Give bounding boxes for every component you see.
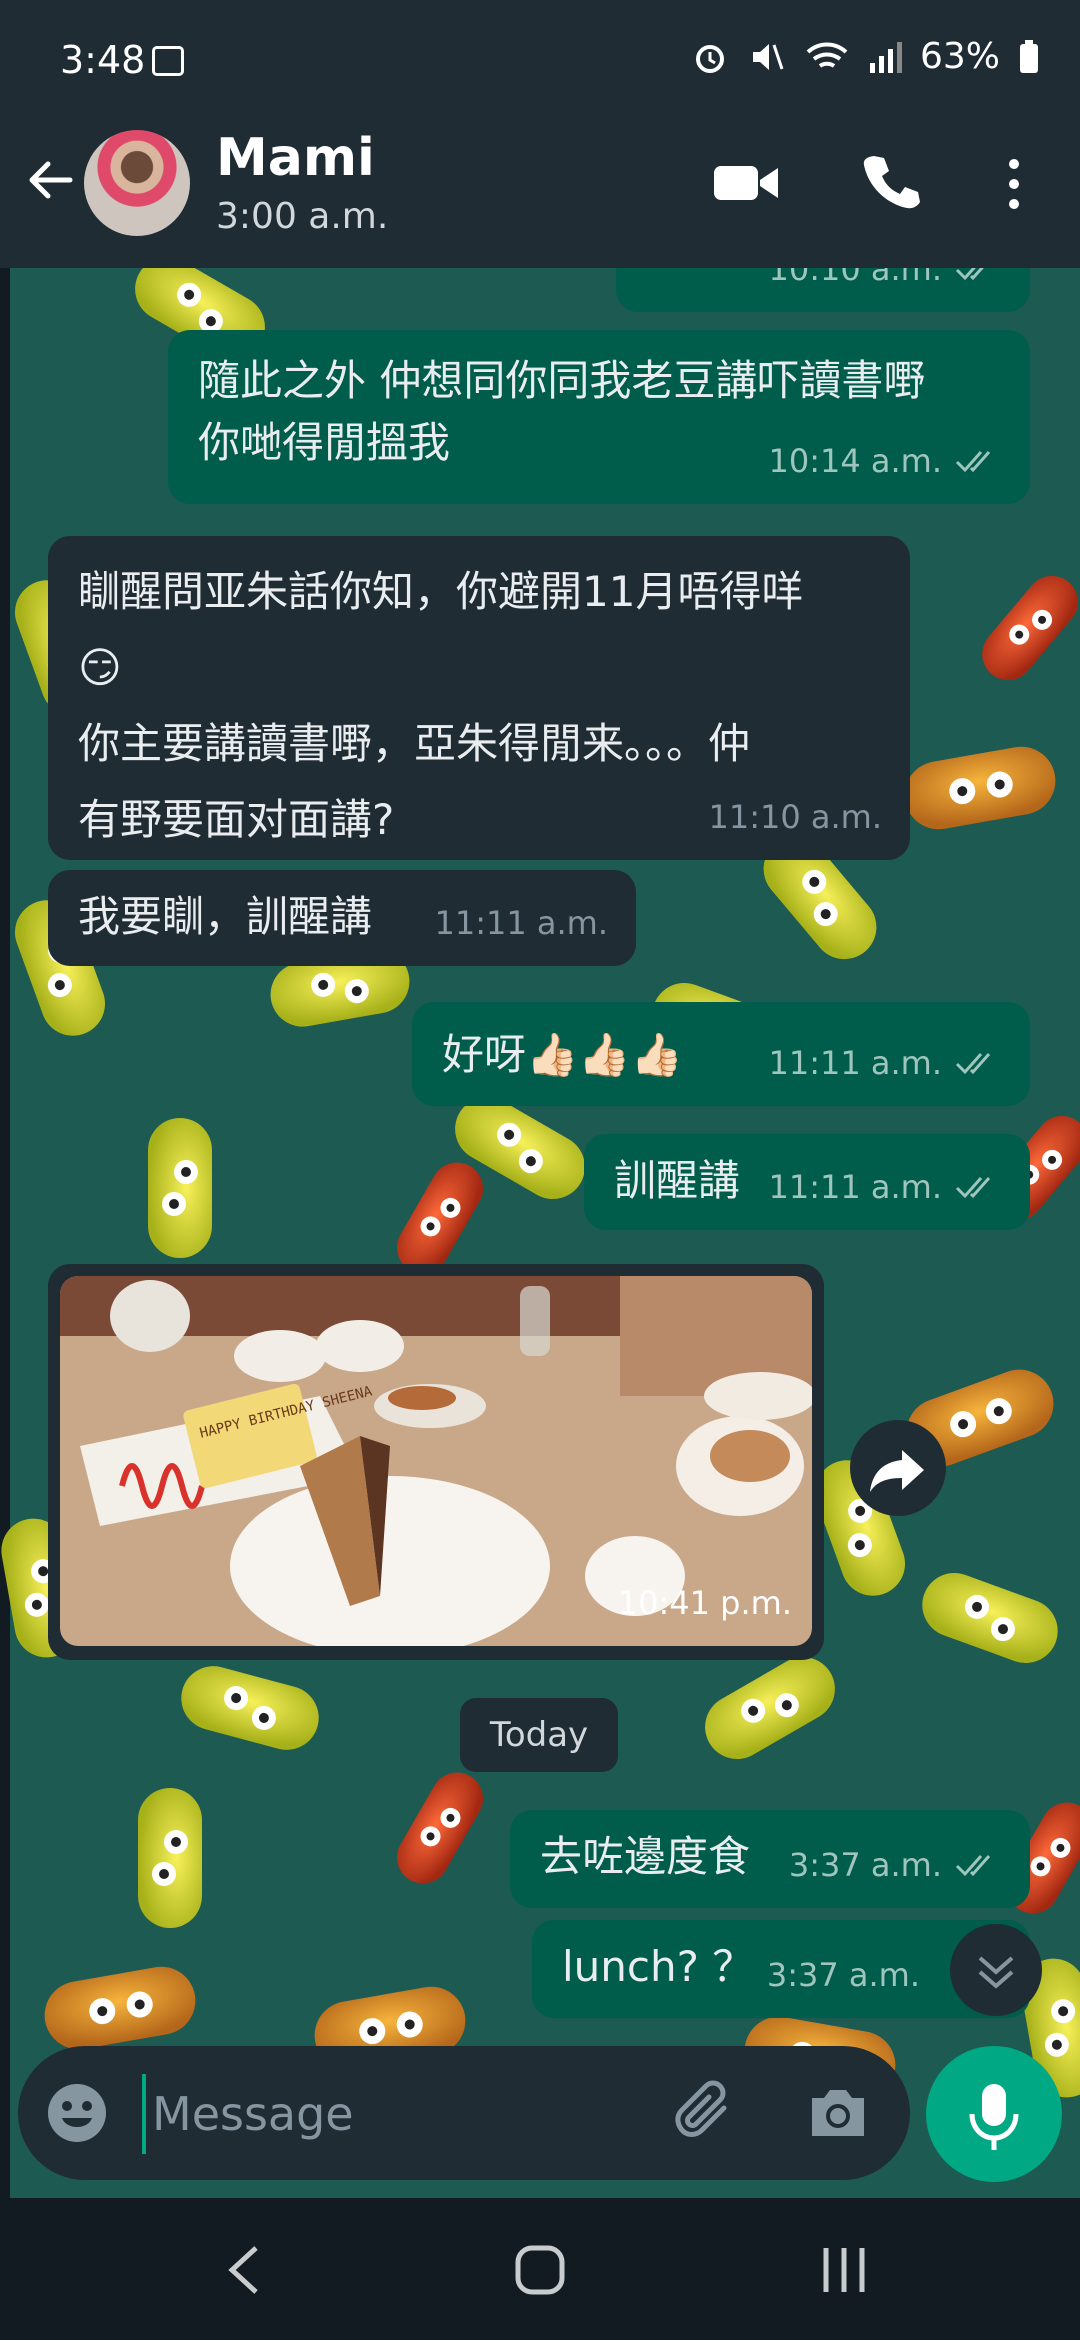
status-time: 3:48: [60, 38, 146, 82]
read-ticks-icon: [955, 1855, 991, 1877]
message-meta: 3:37 a.m.: [767, 1944, 920, 2006]
chat-area[interactable]: 10:10 a.m. 隨此之外 仲想同你同我老豆講吓讀書嘢 你哋得閒搵我 10:…: [0, 268, 1080, 2198]
status-icons: 63%: [690, 36, 1040, 77]
message-time: 10:41 p.m.: [617, 1584, 792, 1622]
nav-recent-apps-icon[interactable]: [818, 2242, 870, 2298]
voice-message-button[interactable]: [926, 2046, 1062, 2182]
date-divider: Today: [460, 1698, 618, 1772]
contact-avatar[interactable]: [84, 130, 190, 236]
emoji-icon[interactable]: [46, 2082, 108, 2144]
message-meta: 11:11 a.m.: [768, 1156, 1002, 1218]
message-meta: 10:10 a.m.: [768, 268, 1002, 300]
camera-icon[interactable]: [806, 2084, 870, 2140]
message-time: 11:11 a.m.: [434, 904, 608, 942]
message-time: 11:10 a.m.: [708, 798, 882, 836]
read-ticks-icon: [955, 1053, 991, 1075]
message-bubble-outgoing[interactable]: 去咗邊度食 3:37 a.m.: [510, 1810, 1030, 1908]
message-time: 11:11 a.m.: [768, 1044, 942, 1082]
back-arrow-icon[interactable]: [22, 152, 78, 208]
scroll-down-icon: [978, 1956, 1014, 1989]
message-meta: 10:14 a.m.: [768, 430, 1002, 492]
mic-icon: [969, 2084, 1019, 2150]
more-options-icon[interactable]: [998, 154, 1030, 214]
status-bar: 3:48 63%: [0, 0, 1080, 126]
alarm-icon: [695, 44, 724, 73]
battery-icon: [1020, 39, 1038, 73]
read-ticks-icon: [955, 451, 991, 473]
contact-name[interactable]: Mami: [216, 128, 375, 188]
message-bubble-outgoing[interactable]: 訓醒講 11:11 a.m.: [584, 1134, 1030, 1230]
forward-button[interactable]: [850, 1420, 946, 1516]
message-bubble-incoming[interactable]: 瞓醒問亚朱話你知，你避開11月唔得咩 😏 你主要講讀書嘢，亞朱得閒来。。。仲 有…: [48, 536, 910, 860]
message-time: 3:37 a.m.: [788, 1846, 942, 1884]
video-call-icon[interactable]: [712, 158, 782, 208]
gallery-notification-icon: [152, 46, 184, 76]
photo-thumbnail[interactable]: HAPPY BIRTHDAY SHEENA 10:41 p.m.: [60, 1276, 812, 1646]
scroll-to-bottom-button[interactable]: [950, 1924, 1042, 2016]
forward-icon: [870, 1450, 924, 1492]
message-bubble-outgoing[interactable]: 隨此之外 仲想同你同我老豆講吓讀書嘢 你哋得閒搵我 10:14 a.m.: [168, 330, 1030, 504]
read-ticks-icon: [955, 268, 984, 281]
message-bubble-outgoing[interactable]: 10:10 a.m.: [616, 268, 1030, 312]
message-bubble-outgoing[interactable]: 好呀👍🏻👍🏻👍🏻 11:11 a.m.: [412, 1002, 1030, 1106]
mute-icon: [752, 43, 784, 70]
signal-icon: [869, 41, 902, 73]
message-time: 10:10 a.m.: [768, 268, 942, 288]
message-time: 3:37 a.m.: [766, 1956, 920, 1994]
message-meta: 3:37 a.m.: [789, 1834, 1002, 1896]
message-input[interactable]: [142, 2074, 658, 2154]
message-time: 10:14 a.m.: [768, 442, 942, 480]
message-bubble-incoming[interactable]: 我要瞓，訓醒講 11:11 a.m.: [48, 870, 636, 966]
attach-icon[interactable]: [672, 2078, 742, 2148]
message-meta: 11:11 a.m.: [768, 1032, 1002, 1094]
message-time: 11:11 a.m.: [768, 1168, 942, 1206]
wifi-icon: [806, 42, 848, 68]
message-meta: 11:10 a.m.: [708, 786, 882, 848]
last-seen: 3:00 a.m.: [216, 196, 389, 237]
photo-message[interactable]: HAPPY BIRTHDAY SHEENA 10:41 p.m.: [48, 1264, 824, 1660]
battery-percent: 63%: [919, 36, 1000, 77]
nav-home-icon[interactable]: [512, 2242, 568, 2298]
nav-back-icon[interactable]: [222, 2242, 266, 2298]
read-ticks-icon: [955, 1177, 991, 1199]
voice-call-icon[interactable]: [860, 152, 920, 212]
message-meta: 11:11 a.m.: [434, 892, 608, 954]
